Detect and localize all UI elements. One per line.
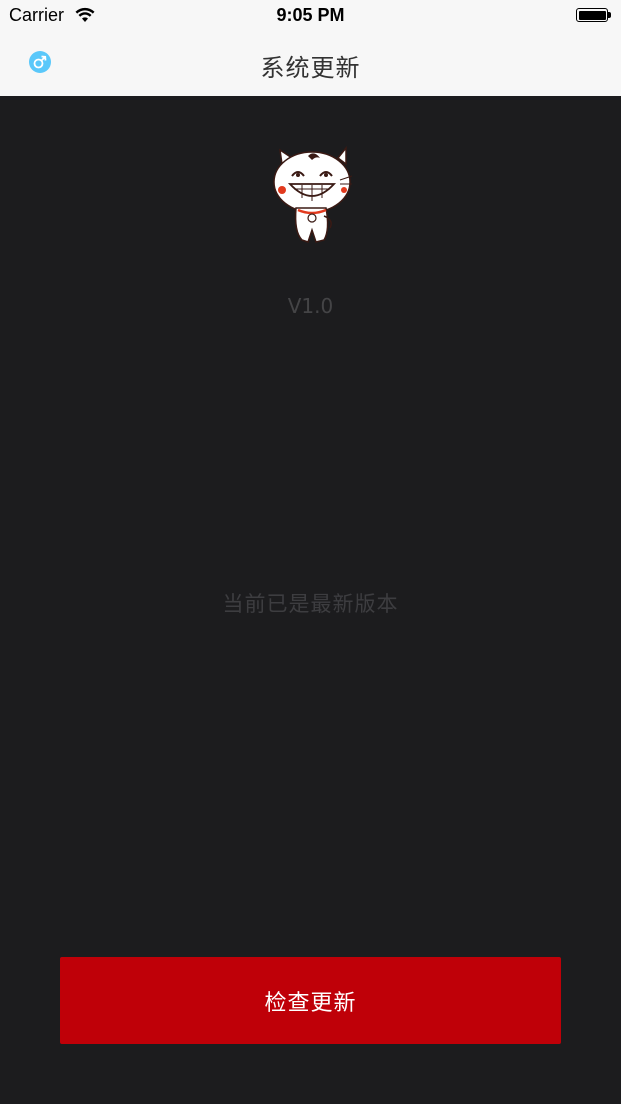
check-update-button[interactable]: 检查更新 xyxy=(60,957,561,1044)
battery-cap xyxy=(608,12,611,18)
status-bar: Carrier 9:05 PM xyxy=(0,0,621,32)
page-title: 系统更新 xyxy=(260,54,361,82)
top-bar: Carrier 9:05 PM 系统更新 xyxy=(0,0,621,96)
status-time: 9:05 PM xyxy=(276,5,345,25)
battery-icon xyxy=(576,8,608,22)
version-label: V1.0 xyxy=(287,294,334,318)
update-status-message: 当前已是最新版本 xyxy=(222,592,399,616)
navigation-bar: 系统更新 xyxy=(0,32,621,96)
cat-mascot-image xyxy=(273,146,353,243)
app-screen: Carrier 9:05 PM 系统更新 V1.0 当前已是最新版本 检查更新 xyxy=(0,0,621,1104)
